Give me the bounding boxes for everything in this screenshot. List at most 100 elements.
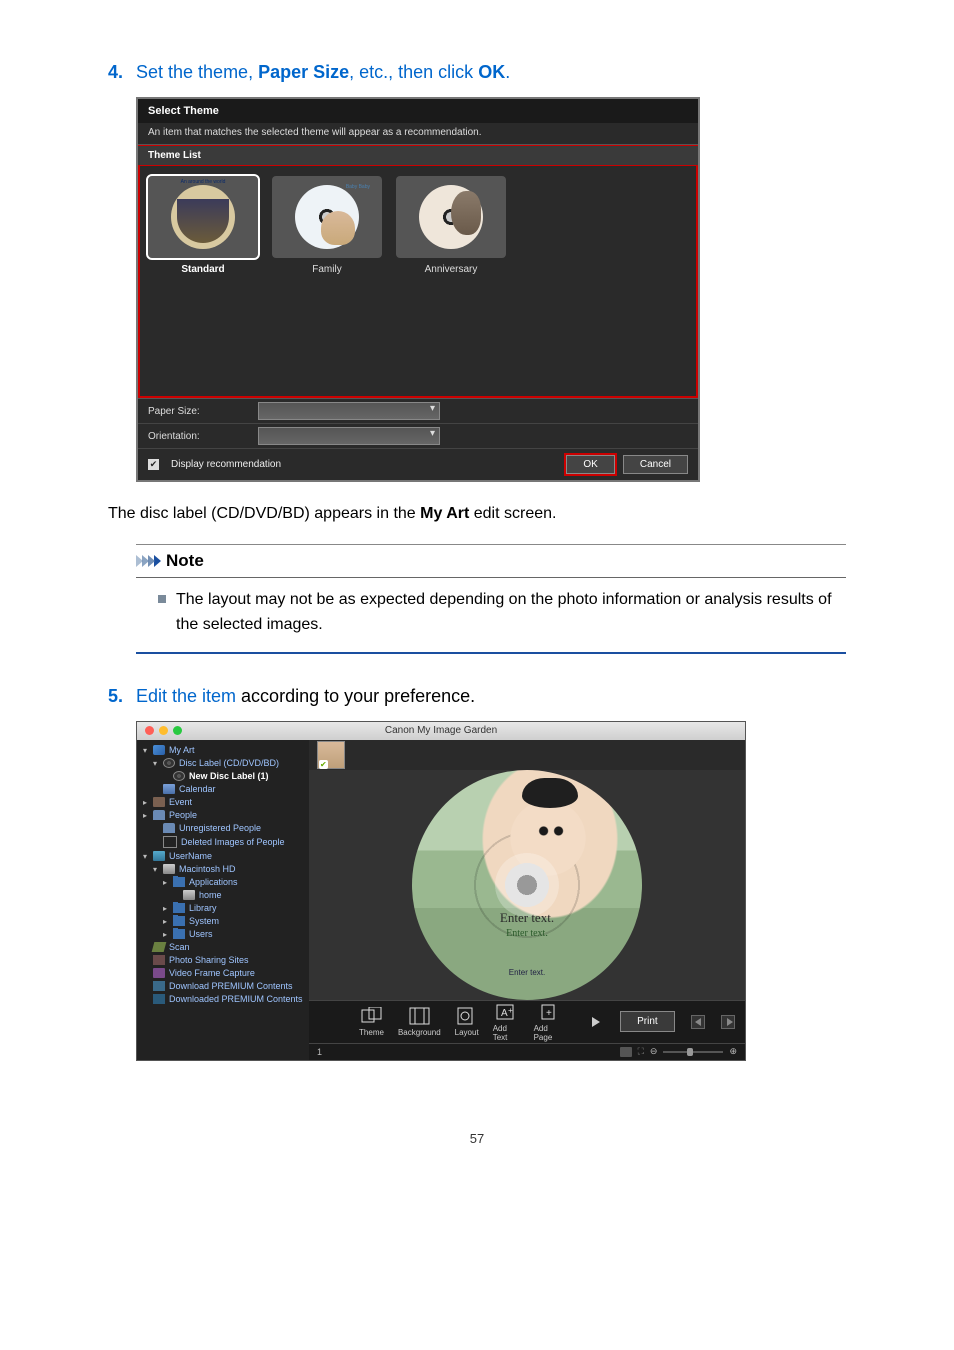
theme-list: An around the world Standard Baby Baby F… <box>138 166 698 398</box>
paper-size-select[interactable] <box>258 402 440 420</box>
edit-item-link[interactable]: Edit the item <box>136 686 236 706</box>
sidebar-tree: ▾My Art ▾Disc Label (CD/DVD/BD) New Disc… <box>137 740 309 1060</box>
share-icon <box>153 955 165 965</box>
tree-applications[interactable]: ▸Applications <box>137 876 309 889</box>
tool-add-page[interactable]: + Add Page <box>534 1002 565 1042</box>
status-count: 1 <box>317 1047 322 1057</box>
tree-vfc[interactable]: Video Frame Capture <box>137 967 309 980</box>
folder-icon <box>173 929 185 939</box>
disc-label-preview[interactable]: Enter text. Enter text. Enter text. <box>412 770 642 1000</box>
theme-standard-thumb: An around the world <box>148 176 258 258</box>
tree-macintosh-hd[interactable]: ▾Macintosh HD <box>137 863 309 876</box>
tool-background[interactable]: Background <box>398 1006 441 1037</box>
event-icon <box>153 797 165 807</box>
zoom-slider[interactable] <box>663 1051 723 1053</box>
theme-standard-label: Standard <box>148 264 258 275</box>
tree-dled-premium[interactable]: Downloaded PREMIUM Contents <box>137 993 309 1006</box>
svg-text:A: A <box>501 1008 508 1019</box>
edit-canvas[interactable]: Enter text. Enter text. Enter text. <box>309 770 745 1000</box>
tree-library[interactable]: ▸Library <box>137 902 309 915</box>
page-number: 57 <box>0 1131 954 1146</box>
display-rec-checkbox[interactable]: ✔ <box>148 459 159 470</box>
orientation-label: Orientation: <box>148 431 258 442</box>
tree-users[interactable]: ▸Users <box>137 928 309 941</box>
step-5-number: 5. <box>108 686 136 707</box>
tree-deleted[interactable]: Deleted Images of People <box>137 835 309 850</box>
paper-size-row: Paper Size: <box>138 399 698 424</box>
print-button[interactable]: Print <box>620 1011 675 1032</box>
art-icon <box>153 745 165 755</box>
folder-icon <box>173 877 185 887</box>
theme-anniversary-label: Anniversary <box>396 264 506 275</box>
hd-icon <box>163 864 175 874</box>
theme-anniversary[interactable]: Anniversary <box>396 176 506 275</box>
tree-calendar[interactable]: Calendar <box>137 783 309 796</box>
bottom-toolbar: Theme Background Layout A+ <box>309 1000 745 1043</box>
theme-icon <box>360 1006 384 1026</box>
tool-theme[interactable]: Theme <box>359 1006 384 1037</box>
tree-dl-premium[interactable]: Download PREMIUM Contents <box>137 980 309 993</box>
select-theme-dialog: Select Theme An item that matches the se… <box>136 97 700 482</box>
folder-icon <box>173 916 185 926</box>
disc-text-3[interactable]: Enter text. <box>412 968 642 977</box>
play-icon[interactable] <box>592 1017 600 1027</box>
theme-anniversary-thumb <box>396 176 506 258</box>
add-text-icon: A+ <box>494 1002 518 1022</box>
tree-event[interactable]: ▸Event <box>137 796 309 809</box>
tree-unregistered[interactable]: Unregistered People <box>137 822 309 835</box>
note-item: The layout may not be as expected depend… <box>136 588 846 638</box>
disc-icon <box>173 771 185 781</box>
tree-username[interactable]: ▾UserName <box>137 850 309 863</box>
window-titlebar: Canon My Image Garden <box>137 722 745 740</box>
tree-system[interactable]: ▸System <box>137 915 309 928</box>
dialog-subtitle: An item that matches the selected theme … <box>138 123 698 145</box>
ok-button[interactable]: OK <box>566 455 614 474</box>
trash-icon <box>163 836 177 848</box>
step-5-text: Edit the item according to your preferen… <box>136 684 475 709</box>
video-icon <box>153 968 165 978</box>
theme-standard[interactable]: An around the world Standard <box>148 176 258 275</box>
after-dialog-text: The disc label (CD/DVD/BD) appears in th… <box>108 502 846 526</box>
folder-icon <box>153 994 165 1004</box>
note-chevrons-icon <box>136 555 160 567</box>
cancel-button[interactable]: Cancel <box>623 455 688 474</box>
theme-list-header: Theme List <box>138 145 698 166</box>
canvas-area: Enter text. Enter text. Enter text. Them… <box>309 740 745 1060</box>
theme-family[interactable]: Baby Baby Family <box>272 176 382 275</box>
tree-disc-label[interactable]: ▾Disc Label (CD/DVD/BD) <box>137 757 309 770</box>
scan-icon <box>152 942 167 952</box>
tree-photo-sites[interactable]: Photo Sharing Sites <box>137 954 309 967</box>
thumb-size-icon[interactable] <box>620 1047 632 1057</box>
disc-icon <box>163 758 175 768</box>
svg-text:+: + <box>508 1006 513 1015</box>
step-5-heading: 5. Edit the item according to your prefe… <box>108 684 846 709</box>
tree-home[interactable]: home <box>137 889 309 902</box>
computer-icon <box>153 851 165 861</box>
tree-scan[interactable]: Scan <box>137 941 309 954</box>
prev-page-button[interactable] <box>691 1015 705 1029</box>
svg-text:+: + <box>546 1008 552 1019</box>
person-icon <box>153 810 165 820</box>
person-icon <box>163 823 175 833</box>
orientation-select[interactable] <box>258 427 440 445</box>
dialog-title: Select Theme <box>138 99 698 123</box>
disc-text-1[interactable]: Enter text. <box>412 910 642 926</box>
tree-new-disc[interactable]: New Disc Label (1) <box>137 770 309 783</box>
background-icon <box>407 1006 431 1026</box>
home-icon <box>183 890 195 900</box>
next-page-button[interactable] <box>721 1015 735 1029</box>
folder-icon <box>173 903 185 913</box>
layout-icon <box>455 1006 479 1026</box>
tool-layout[interactable]: Layout <box>455 1006 479 1037</box>
disc-text-2[interactable]: Enter text. <box>412 928 642 939</box>
tree-my-art[interactable]: ▾My Art <box>137 744 309 757</box>
disc-hole <box>495 853 559 917</box>
status-bar: 1 ⛶ ⊖ ⊕ <box>309 1043 745 1060</box>
paper-size-label: Paper Size: <box>148 406 258 417</box>
theme-family-thumb: Baby Baby <box>272 176 382 258</box>
tree-people[interactable]: ▸People <box>137 809 309 822</box>
window-title: Canon My Image Garden <box>137 725 745 736</box>
note-heading: Note <box>136 545 846 575</box>
tool-add-text[interactable]: A+ Add Text <box>493 1002 520 1042</box>
selected-image-thumb[interactable] <box>317 741 345 769</box>
